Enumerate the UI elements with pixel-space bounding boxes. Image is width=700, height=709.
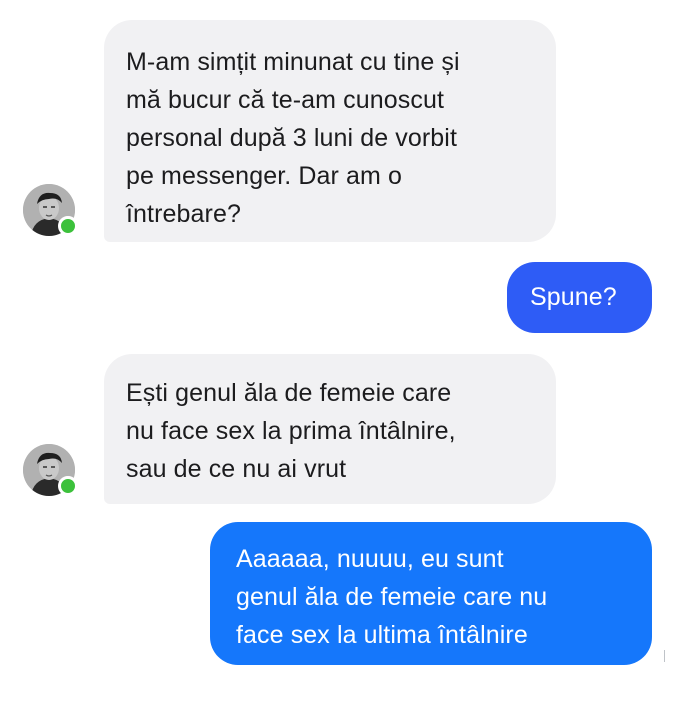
online-status-indicator [58,216,78,236]
contact-avatar[interactable] [23,444,78,496]
online-status-indicator [58,476,78,496]
contact-avatar[interactable] [23,184,78,236]
incoming-message-bubble[interactable]: Ești genul ăla de femeie care nu face se… [104,354,556,504]
chat-thread: M-am simțit minunat cu tine și mă bucur … [0,0,700,709]
outgoing-message-bubble[interactable]: Aaaaaa, nuuuu, eu sunt genul ăla de feme… [210,522,652,665]
read-receipt-mark [664,650,665,662]
outgoing-message-bubble[interactable]: Spune? [507,262,652,333]
incoming-message-bubble[interactable]: M-am simțit minunat cu tine și mă bucur … [104,20,556,242]
